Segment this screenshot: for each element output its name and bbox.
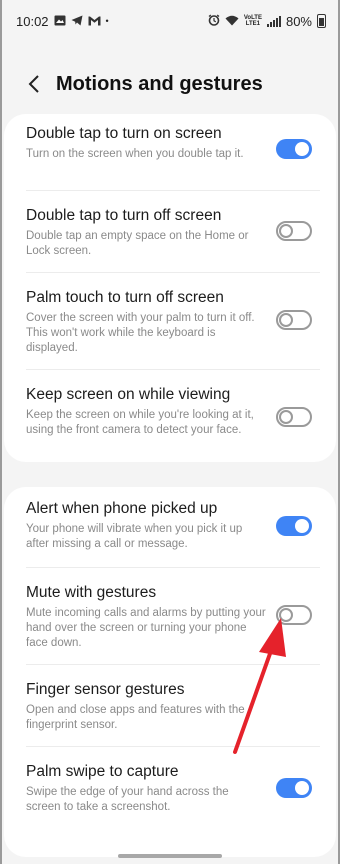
toggle-double-tap-on[interactable] (276, 139, 312, 159)
setting-finger-sensor-gestures[interactable]: Finger sensor gestures Open and close ap… (4, 680, 336, 733)
page-title: Motions and gestures (56, 72, 263, 95)
setting-description: Swipe the edge of your hand across the s… (26, 786, 229, 813)
setting-description: Your phone will vibrate when you pick it… (26, 523, 243, 550)
toggle-palm-swipe-capture[interactable] (276, 778, 312, 798)
wifi-icon (225, 14, 239, 29)
toggle-alert-picked-up[interactable] (276, 516, 312, 536)
setting-title: Alert when phone picked up (26, 500, 218, 517)
toggle-palm-touch-off[interactable] (276, 310, 312, 330)
toggle-double-tap-off[interactable] (276, 221, 312, 241)
signal-icon (266, 15, 281, 27)
setting-description: Cover the screen with your palm to turn … (26, 312, 255, 354)
notification-dot: • (105, 16, 109, 26)
setting-title: Keep screen on while viewing (26, 386, 231, 403)
gmail-icon (88, 14, 101, 29)
setting-title: Double tap to turn off screen (26, 207, 222, 224)
setting-description: Double tap an empty space on the Home or… (26, 230, 249, 257)
divider (26, 664, 320, 665)
chevron-left-icon (28, 75, 39, 93)
alarm-icon (208, 14, 220, 29)
setting-title: Mute with gestures (26, 584, 157, 601)
toggle-mute-with-gestures[interactable] (276, 605, 312, 625)
divider (26, 746, 320, 747)
divider (26, 190, 320, 191)
settings-card-gestures: Alert when phone picked up Your phone wi… (4, 487, 336, 857)
status-right: VoLTE LTE1 80% (208, 14, 326, 29)
volte-icon: VoLTE LTE1 (243, 15, 262, 27)
telegram-icon (71, 14, 83, 29)
setting-title: Finger sensor gestures (26, 681, 185, 698)
settings-card-screen: Double tap to turn on screen Turn on the… (4, 114, 336, 462)
status-bar: 10:02 • VoLTE LTE1 80% (0, 0, 340, 42)
divider (26, 567, 320, 568)
gallery-icon (54, 14, 66, 29)
setting-description: Mute incoming calls and alarms by puttin… (26, 607, 266, 649)
back-button[interactable] (14, 64, 54, 104)
setting-title: Palm swipe to capture (26, 763, 179, 780)
status-left: 10:02 • (16, 14, 109, 29)
page-header: Motions and gestures (0, 62, 340, 106)
setting-title: Palm touch to turn off screen (26, 289, 224, 306)
status-time: 10:02 (16, 13, 49, 29)
divider (26, 369, 320, 370)
setting-description: Keep the screen on while you're looking … (26, 409, 254, 436)
setting-title: Double tap to turn on screen (26, 125, 222, 142)
battery-icon (317, 14, 326, 28)
home-indicator[interactable] (118, 854, 222, 858)
divider (26, 272, 320, 273)
setting-description: Open and close apps and features with th… (26, 704, 245, 731)
toggle-keep-screen-on[interactable] (276, 407, 312, 427)
setting-description: Turn on the screen when you double tap i… (26, 148, 244, 160)
battery-percentage: 80% (285, 13, 312, 29)
